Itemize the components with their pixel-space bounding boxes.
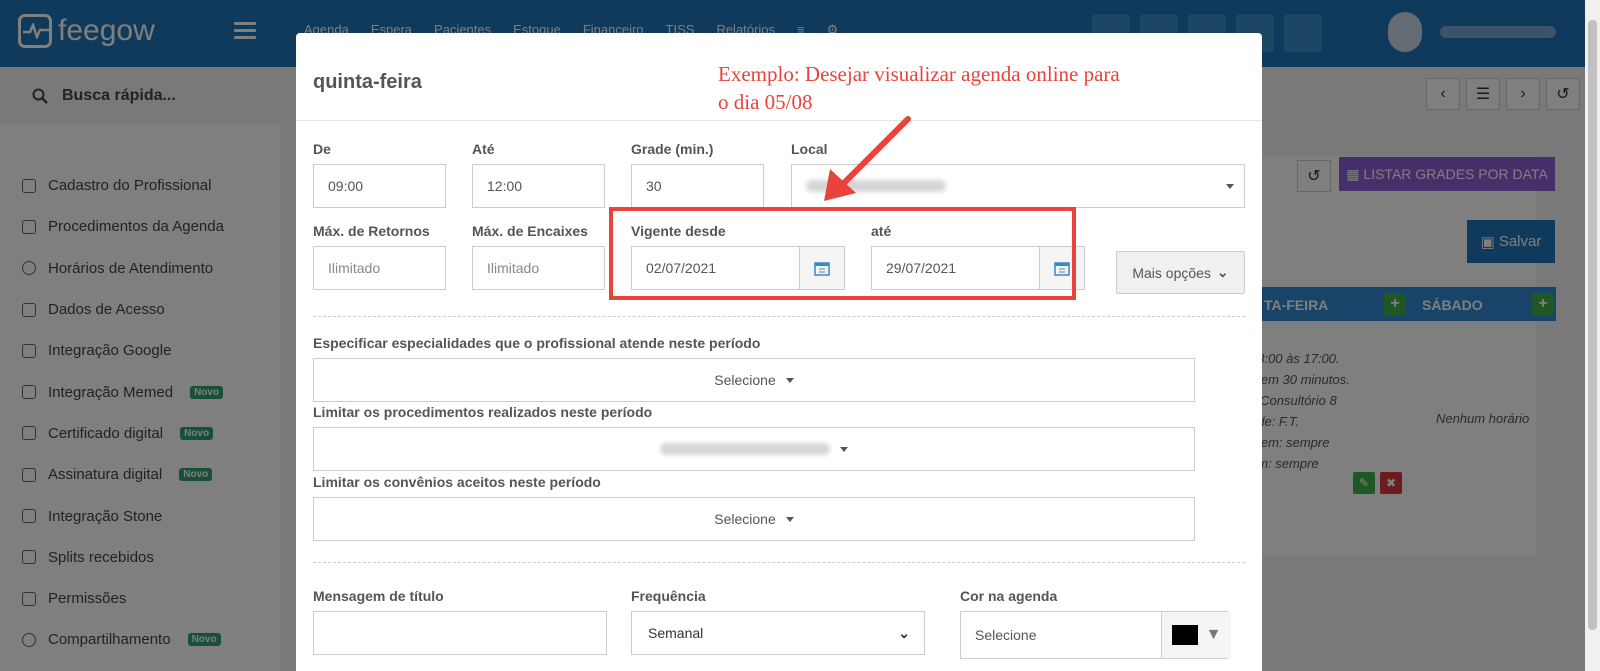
schedule-modal: quinta-feira De 09:00 Até 12:00 Grade (m…: [296, 33, 1262, 671]
chevron-down-icon: [1226, 183, 1234, 189]
more-options-label: Mais opções: [1132, 264, 1211, 281]
caret-down-icon: [785, 377, 794, 383]
mensagem-label: Mensagem de título: [313, 588, 444, 604]
page-scrollbar[interactable]: [1585, 0, 1600, 671]
frequencia-label: Frequência: [631, 588, 706, 604]
max-encaixes-input[interactable]: Ilimitado: [472, 246, 605, 290]
caret-down-icon: [785, 516, 794, 522]
ate-label: Até: [472, 141, 495, 157]
cor-placeholder: Selecione: [975, 627, 1037, 643]
divider: [296, 120, 1262, 121]
annotation-line: Exemplo: Desejar visualizar agenda onlin…: [718, 62, 1120, 86]
procedimentos-select[interactable]: [313, 427, 1195, 471]
max-retornos-label: Máx. de Retornos: [313, 223, 430, 239]
especialidades-value: Selecione: [714, 372, 776, 388]
max-retornos-input[interactable]: Ilimitado: [313, 246, 446, 290]
especialidades-label: Especificar especialidades que o profiss…: [313, 335, 761, 351]
annotation-text: Exemplo: Desejar visualizar agenda onlin…: [718, 60, 1188, 116]
mensagem-input[interactable]: [313, 611, 607, 655]
frequencia-value: Semanal: [648, 625, 704, 641]
de-input[interactable]: 09:00: [313, 164, 446, 208]
especialidades-select[interactable]: Selecione: [313, 358, 1195, 402]
procedimentos-value-blurred: [660, 443, 830, 455]
annotation-line: o dia 05/08: [718, 90, 813, 114]
color-picker-button[interactable]: ▼: [1161, 612, 1231, 658]
frequencia-select[interactable]: Semanal ⌄: [631, 611, 925, 655]
de-label: De: [313, 141, 331, 157]
caret-down-icon: ▼: [1205, 626, 1222, 643]
procedimentos-label: Limitar os procedimentos realizados nest…: [313, 404, 653, 420]
color-swatch: [1171, 625, 1198, 645]
convenios-value: Selecione: [714, 511, 776, 527]
grade-label: Grade (min.): [631, 141, 714, 157]
dashed-divider: [313, 562, 1245, 563]
more-options-button[interactable]: Mais opções ⌄: [1116, 251, 1245, 294]
convenios-label: Limitar os convênios aceitos neste perío…: [313, 474, 601, 490]
highlight-box: [609, 207, 1076, 300]
caret-down-icon: [840, 446, 848, 452]
cor-label: Cor na agenda: [960, 588, 1058, 604]
dashed-divider: [313, 316, 1245, 317]
annotation-arrow-icon: [824, 116, 911, 201]
convenios-select[interactable]: Selecione: [313, 497, 1195, 541]
max-encaixes-label: Máx. de Encaixes: [472, 223, 588, 239]
modal-title: quinta-feira: [313, 71, 422, 93]
ate-input[interactable]: 12:00: [472, 164, 605, 208]
chevron-down-icon: ⌄: [898, 624, 910, 641]
grade-input[interactable]: 30: [631, 164, 764, 208]
chevron-down-icon: ⌄: [1216, 264, 1229, 280]
